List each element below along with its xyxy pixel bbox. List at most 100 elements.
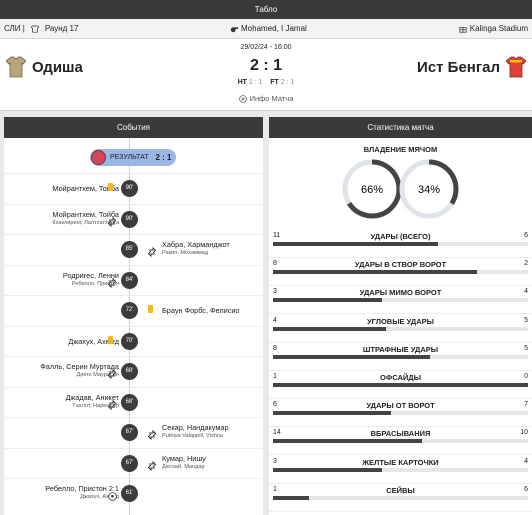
away-team[interactable]: Ист Бенгал [417,56,526,78]
yellow-card-icon [148,305,156,315]
stat-bar [273,467,528,472]
window-title: Табло [0,0,532,19]
stat-row: 14 ВБРАСЫВАНИЯ 10 [269,427,532,456]
event-minute: 67' [121,424,138,441]
stat-label: УДАРЫ В СТВОР ВОРОТ [354,260,447,270]
stat-away-value: 7 [524,401,528,409]
event-item[interactable]: Браун Форбс, Фелисио [162,306,239,315]
substitution-icon [147,458,157,471]
event-player-name: Секар, Нандакумар [162,423,229,432]
stat-bar [273,439,528,444]
away-team-name: Ист Бенгал [417,58,500,76]
stat-bar [273,495,528,500]
event-minute: 70' [121,332,138,350]
event-row-divider [4,447,263,449]
substitution-icon [147,244,157,258]
match-date: 29/02/24 - 16:00 [240,44,292,51]
events-panel: РЕЗУЛЬТАТ 2 : 1 90' Мойрантхем, Тойба 90' М… [4,138,263,515]
yellow-card-icon [108,183,116,193]
referee-label: Mohamed, I Jamal [241,24,307,33]
event-row-divider [4,386,263,388]
home-possession-value: 66% [361,184,383,196]
stadium-icon [459,26,467,33]
substitution-icon [147,427,157,441]
stat-away-value: 0 [524,373,528,380]
league-label: СЛИ | [4,24,25,33]
stat-row-divider [269,510,532,512]
stat-bar-home-fill [273,383,528,387]
stat-bar [273,242,528,246]
result-score: 2 : 1 [155,153,172,162]
scoreboard: Одиша Ист Бенгал 29/02/24 - 16:00 2 : 1 … [0,39,532,111]
event-minute: 85' [121,241,138,258]
stat-bar-home-fill [273,467,383,472]
result-label: РЕЗУЛЬТАТ [110,154,149,161]
stat-row: 3 ЖЕЛТЫЕ КАРТОЧКИ 4 [269,456,532,484]
period-scores: HT 1 : 1 FT 2 : 1 [216,79,316,86]
stat-row: 3 УДАРЫ МИМО ВОРОТ 4 [269,286,532,315]
event-minute: 68' [121,363,138,380]
stat-away-value: 5 [524,316,528,324]
stat-bar-home-fill [273,242,438,246]
event-row-divider [4,478,263,479]
stat-bar [273,383,528,387]
stat-away-value: 10 [520,429,528,437]
stat-bar [273,298,528,303]
stat-row: 8 ШТРАФНЫЕ УДАРЫ 5 [269,343,532,371]
events-panel-title: События [4,117,263,138]
event-row-divider [4,325,263,327]
stat-bar [273,354,528,359]
match-info-label: Инфо Матча [249,94,294,103]
result-icon [91,150,106,165]
event-row-divider [4,173,263,174]
stat-label: ВБРАСЫВАНИЯ [370,429,431,439]
event-row-divider [4,295,263,296]
stat-row: 8 УДАРЫ В СТВОР ВОРОТ 2 [269,258,532,287]
event-player-name: Хабра, Харманджот [162,240,230,249]
stadium-label: Kalinga Stadium [469,24,528,33]
stat-row: 11 УДАРЫ (ВСЕГО) 6 [269,230,532,258]
match-info-link[interactable]: Инфо Матча [216,94,316,103]
home-team[interactable]: Одиша [6,56,83,78]
event-row-divider [4,234,263,235]
plus-circle-icon [238,94,247,103]
stat-away-value: 2 [524,260,528,268]
event-player-name: Кумар, Нишу [162,453,206,463]
whistle-icon [230,26,238,32]
event-row-divider [4,417,263,418]
stat-bar [273,326,528,331]
home-shirt-icon [6,56,26,78]
event-minute: 90' [121,210,138,228]
stat-away-value: 4 [524,288,528,296]
event-row-divider [4,203,263,205]
away-possession-donut: 34% [399,159,459,219]
stat-bar-home-fill [273,439,422,444]
stat-away-value: 6 [524,485,528,493]
stat-label: ЖЕЛТЫЕ КАРТОЧКИ [362,457,439,467]
event-minute: 90' [121,180,138,197]
stats-panel-title: Статистика матча [269,117,532,138]
stats-panel: ВЛАДЕНИЕ МЯЧОМ 66% 34% 11 УДАРЫ (ВСЕГО) 6 8… [269,138,532,515]
goal-ball-icon [108,488,117,501]
match-meta-bar: СЛИ | Раунд 17 Mohamed, I Jamal Kalinga … [0,19,532,39]
stat-label: УГЛОВЫЕ УДАРЫ [366,316,435,326]
stat-bar [273,411,528,416]
event-secondary-player: Ракип, Мохаммад [162,250,209,256]
ht-score: 1 : 1 [248,79,263,86]
event-secondary-player: Десоай, Мандар [162,463,205,470]
event-minute: 61' [121,485,138,502]
home-team-name: Одиша [32,58,83,76]
event-item[interactable]: Секар, Нандакумар Puthiya Valappill, Vish… [162,423,229,439]
event-secondary-player: Puthiya Valappill, Vishnu [162,433,224,439]
stat-row: 4 УГЛОВЫЕ УДАРЫ 5 [269,315,532,343]
stat-away-value: 4 [524,457,528,465]
stat-bar [273,270,528,275]
stat-bar-home-fill [273,326,387,331]
stat-label: УДАРЫ ОТ ВОРОТ [366,401,435,411]
event-item[interactable]: Хабра, Харманджот Ракип, Мохаммад [162,240,230,256]
event-minute: 84' [121,271,138,289]
stat-bar-home-fill [273,270,477,275]
event-item[interactable]: Кумар, Нишу Десоай, Мандар [162,454,206,470]
event-row-divider [4,356,263,357]
event-minute: 72' [121,302,138,319]
